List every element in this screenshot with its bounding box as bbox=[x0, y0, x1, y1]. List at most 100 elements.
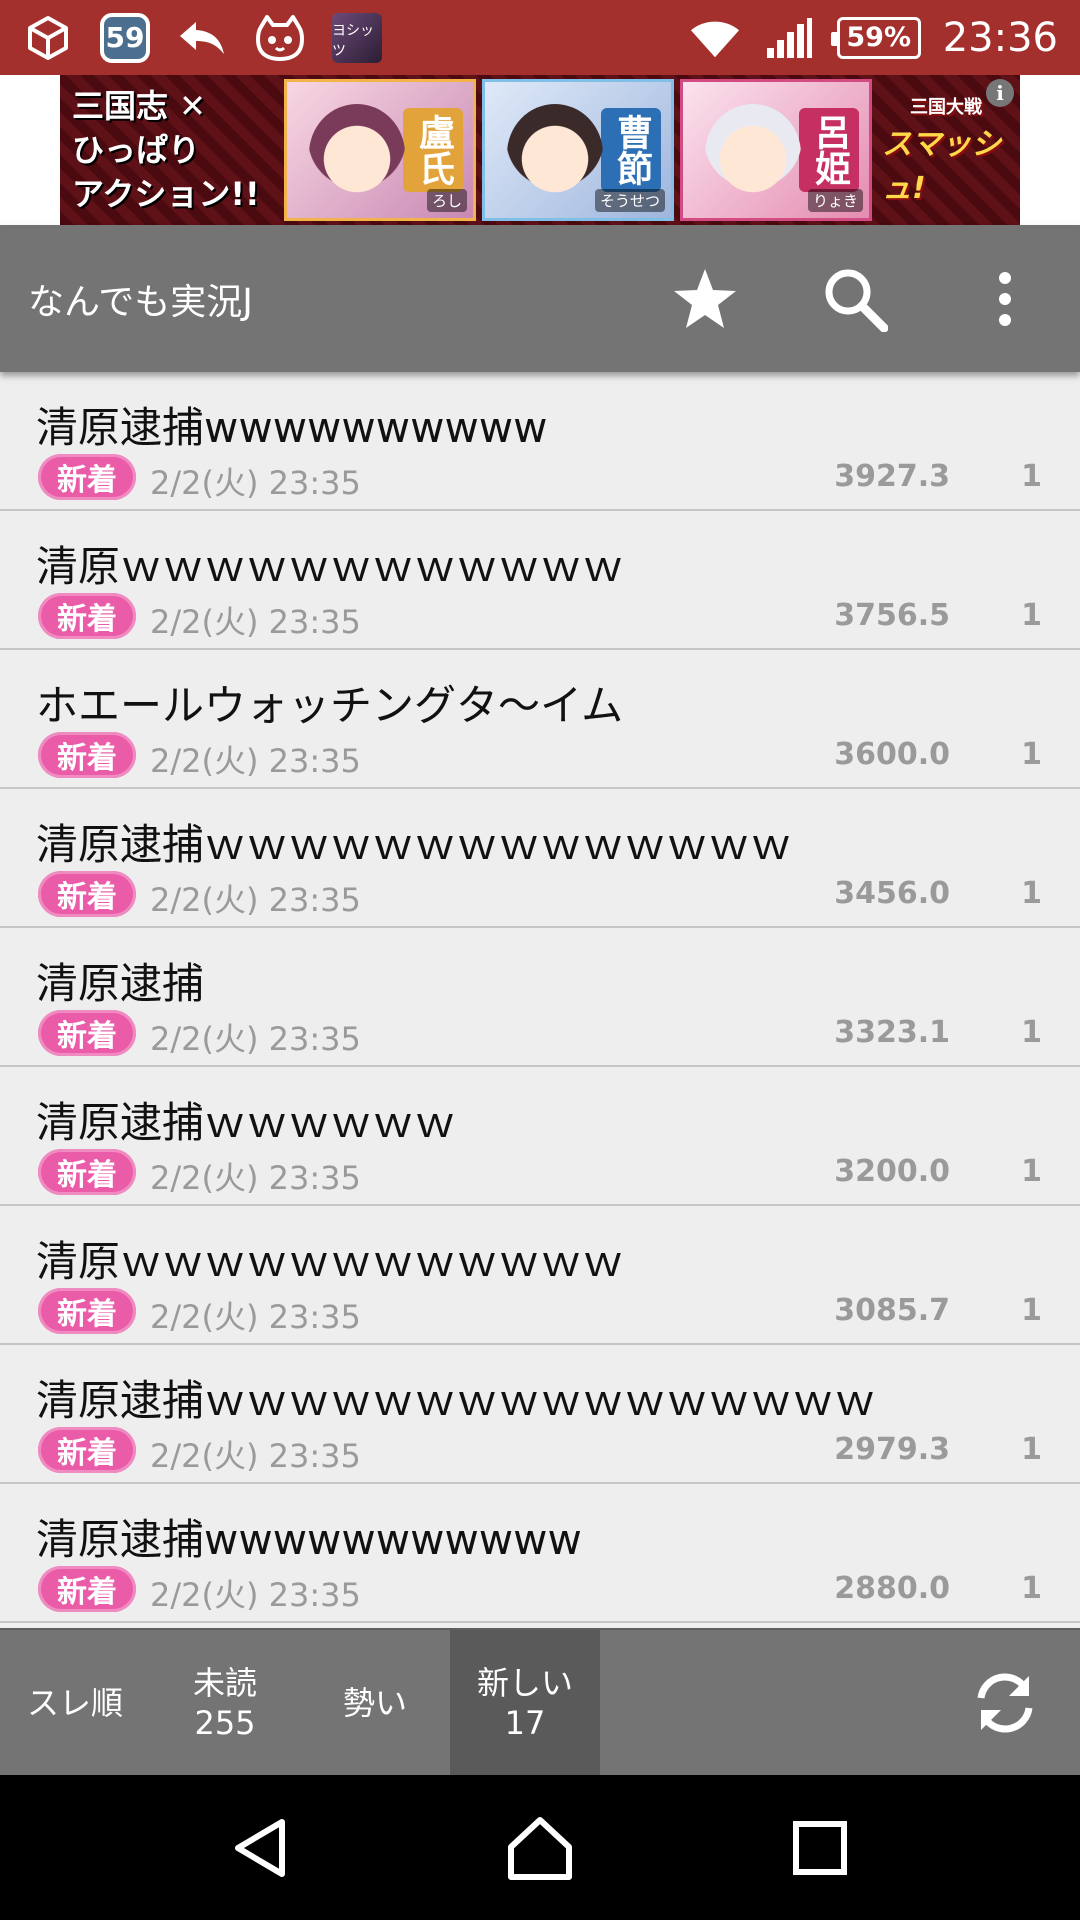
thread-res-count: 1 bbox=[1021, 1293, 1042, 1328]
thread-list: 清原逮捕wwwwwwwwww 新着 2/2(火) 23:35 3927.3 1 … bbox=[0, 372, 1080, 1628]
thread-title: 清原逮捕ｗｗｗｗｗｗ bbox=[36, 1098, 457, 1147]
thread-momentum: 2979.3 bbox=[834, 1432, 950, 1467]
thread-date: 2/2(火) 23:35 bbox=[150, 1020, 361, 1058]
thread-row[interactable]: 清原逮捕wwwwwwwwwww 新着 2/2(火) 23:35 2880.0 1 bbox=[0, 1484, 1080, 1623]
ad-logo-line: 三国大戦 bbox=[910, 97, 982, 118]
ad-character-card: 呂姫 りょき bbox=[680, 79, 872, 221]
thread-res-count: 1 bbox=[1021, 1154, 1042, 1189]
status-bar: 59 ヨシッツ 59% 23:36 bbox=[0, 0, 1080, 75]
tab-label: 新しい bbox=[476, 1663, 573, 1702]
thread-row[interactable]: 清原逮捕ｗｗｗｗｗｗｗｗｗｗｗｗｗｗ 新着 2/2(火) 23:35 3456.… bbox=[0, 789, 1080, 928]
tab-thread-order[interactable]: スレ順 bbox=[0, 1630, 150, 1775]
thread-res-count: 1 bbox=[1021, 1432, 1042, 1467]
thread-row[interactable]: 清原逮捕ｗｗｗｗｗｗｗｗｗｗｗｗｗｗｗｗ 新着 2/2(火) 23:35 297… bbox=[0, 1345, 1080, 1484]
thread-row[interactable]: 清原逮捕wwwwwwwwww 新着 2/2(火) 23:35 3927.3 1 bbox=[0, 372, 1080, 511]
tab-unread[interactable]: 未読 255 bbox=[150, 1630, 300, 1775]
thread-title: 清原ｗｗｗｗｗｗｗｗｗｗｗｗ bbox=[36, 542, 625, 591]
tab-label: スレ順 bbox=[26, 1683, 123, 1722]
system-nav-bar bbox=[0, 1775, 1080, 1920]
tab-label: 勢い bbox=[342, 1683, 407, 1722]
thread-res-count: 1 bbox=[1021, 459, 1042, 494]
status-system: 59% 23:36 bbox=[689, 12, 1058, 64]
thread-date: 2/2(火) 23:35 bbox=[150, 1159, 361, 1197]
thread-date: 2/2(火) 23:35 bbox=[150, 1298, 361, 1336]
thread-momentum: 3456.0 bbox=[834, 876, 950, 911]
thread-momentum: 3323.1 bbox=[834, 1015, 950, 1050]
thread-res-count: 1 bbox=[1021, 598, 1042, 633]
thread-date: 2/2(火) 23:35 bbox=[150, 881, 361, 919]
ad-character-name: 盧氏 bbox=[403, 108, 463, 192]
ad-banner[interactable]: 三国志 ✕ ひっぱり アクション!! 盧氏 ろし 曹節 そうせつ 呂姫 りょき … bbox=[60, 75, 1020, 225]
tab-newest[interactable]: 新しい 17 bbox=[450, 1630, 600, 1775]
sort-tab-bar: スレ順 未読 255 勢い 新しい 17 bbox=[0, 1628, 1080, 1775]
thread-title: 清原逮捕wwwwwwwwww bbox=[36, 403, 548, 452]
thread-title: ホエールウォッチングタ～イム bbox=[36, 681, 624, 730]
thread-date: 2/2(火) 23:35 bbox=[150, 742, 361, 780]
ad-game-logo: 三国大戦 スマッシュ! bbox=[882, 90, 1010, 210]
new-badge: 新着 bbox=[38, 593, 136, 639]
thread-date: 2/2(火) 23:35 bbox=[150, 1576, 361, 1614]
reply-icon bbox=[176, 12, 228, 64]
thread-row[interactable]: 清原逮捕 新着 2/2(火) 23:35 3323.1 1 bbox=[0, 928, 1080, 1067]
more-vert-icon bbox=[999, 271, 1011, 326]
thread-row[interactable]: 清原逮捕ｗｗｗｗｗｗ 新着 2/2(火) 23:35 3200.0 1 bbox=[0, 1067, 1080, 1206]
thread-momentum: 2880.0 bbox=[834, 1571, 950, 1606]
ad-character-reading: ろし bbox=[426, 189, 467, 212]
thread-row[interactable]: ホエールウォッチングタ～イム 新着 2/2(火) 23:35 3600.0 1 bbox=[0, 650, 1080, 789]
tab-count: 17 bbox=[504, 1703, 546, 1742]
board-title: なんでも実況J bbox=[28, 281, 253, 323]
new-badge: 新着 bbox=[38, 1010, 136, 1056]
toolbar-actions bbox=[630, 225, 1080, 372]
tab-count: 255 bbox=[194, 1703, 256, 1742]
refresh-button[interactable] bbox=[930, 1630, 1080, 1775]
mascot-icon bbox=[254, 12, 306, 64]
ad-character-name: 曹節 bbox=[601, 108, 661, 192]
overflow-menu-button[interactable] bbox=[930, 225, 1080, 372]
ad-character-reading: そうせつ bbox=[594, 189, 665, 212]
ad-character-card: 曹節 そうせつ bbox=[482, 79, 674, 221]
thread-title: 清原逮捕ｗｗｗｗｗｗｗｗｗｗｗｗｗｗｗｗ bbox=[36, 1376, 877, 1425]
thread-title: 清原逮捕 bbox=[36, 959, 205, 1008]
search-icon bbox=[825, 269, 888, 332]
thread-res-count: 1 bbox=[1021, 1571, 1042, 1606]
character-portrait bbox=[309, 104, 405, 204]
thread-row[interactable]: 清原ｗｗｗｗｗｗｗｗｗｗｗｗ 新着 2/2(火) 23:35 3756.5 1 bbox=[0, 511, 1080, 650]
tab-label: 未読 bbox=[192, 1663, 257, 1702]
new-badge: 新着 bbox=[38, 1566, 136, 1612]
thread-momentum: 3085.7 bbox=[834, 1293, 950, 1328]
ad-title-line: ひっぱり bbox=[72, 131, 201, 169]
thread-row[interactable]: 清原ｗｗｗｗｗｗｗｗｗｗｗｗ 新着 2/2(火) 23:35 3085.7 1 bbox=[0, 1206, 1080, 1345]
recents-square-icon bbox=[793, 1820, 847, 1875]
thread-date: 2/2(火) 23:35 bbox=[150, 464, 361, 502]
ad-title-line: アクション!! bbox=[72, 175, 260, 213]
recents-button[interactable] bbox=[770, 1798, 870, 1898]
clock: 23:36 bbox=[942, 14, 1058, 61]
ad-info-icon[interactable]: i bbox=[986, 79, 1014, 107]
thread-res-count: 1 bbox=[1021, 876, 1042, 911]
thread-res-count: 1 bbox=[1021, 1015, 1042, 1050]
ad-logo-line: スマッシュ! bbox=[882, 127, 1002, 206]
back-button[interactable] bbox=[210, 1798, 310, 1898]
thread-title: 清原逮捕ｗｗｗｗｗｗｗｗｗｗｗｗｗｗ bbox=[36, 820, 793, 869]
thread-res-count: 1 bbox=[1021, 737, 1042, 772]
thread-title: 清原逮捕wwwwwwwwwww bbox=[36, 1515, 582, 1564]
thread-momentum: 3200.0 bbox=[834, 1154, 950, 1189]
character-portrait bbox=[507, 104, 603, 204]
thread-date: 2/2(火) 23:35 bbox=[150, 1437, 361, 1475]
thread-date: 2/2(火) 23:35 bbox=[150, 603, 361, 641]
thread-momentum: 3600.0 bbox=[834, 737, 950, 772]
tab-momentum[interactable]: 勢い bbox=[300, 1630, 450, 1775]
status-notifications: 59 ヨシッツ bbox=[22, 12, 382, 64]
favorite-button[interactable] bbox=[630, 225, 780, 372]
app-thumbnail-icon: ヨシッツ bbox=[332, 12, 382, 63]
home-icon bbox=[508, 1816, 572, 1880]
new-badge: 新着 bbox=[38, 1288, 136, 1334]
ad-character-reading: りょき bbox=[807, 189, 863, 212]
notification-count-badge: 59 bbox=[100, 12, 150, 63]
home-button[interactable] bbox=[490, 1798, 590, 1898]
signal-icon bbox=[763, 12, 815, 64]
search-button[interactable] bbox=[780, 225, 930, 372]
cube-icon bbox=[22, 12, 74, 64]
thread-momentum: 3927.3 bbox=[834, 459, 950, 494]
new-badge: 新着 bbox=[38, 732, 136, 778]
